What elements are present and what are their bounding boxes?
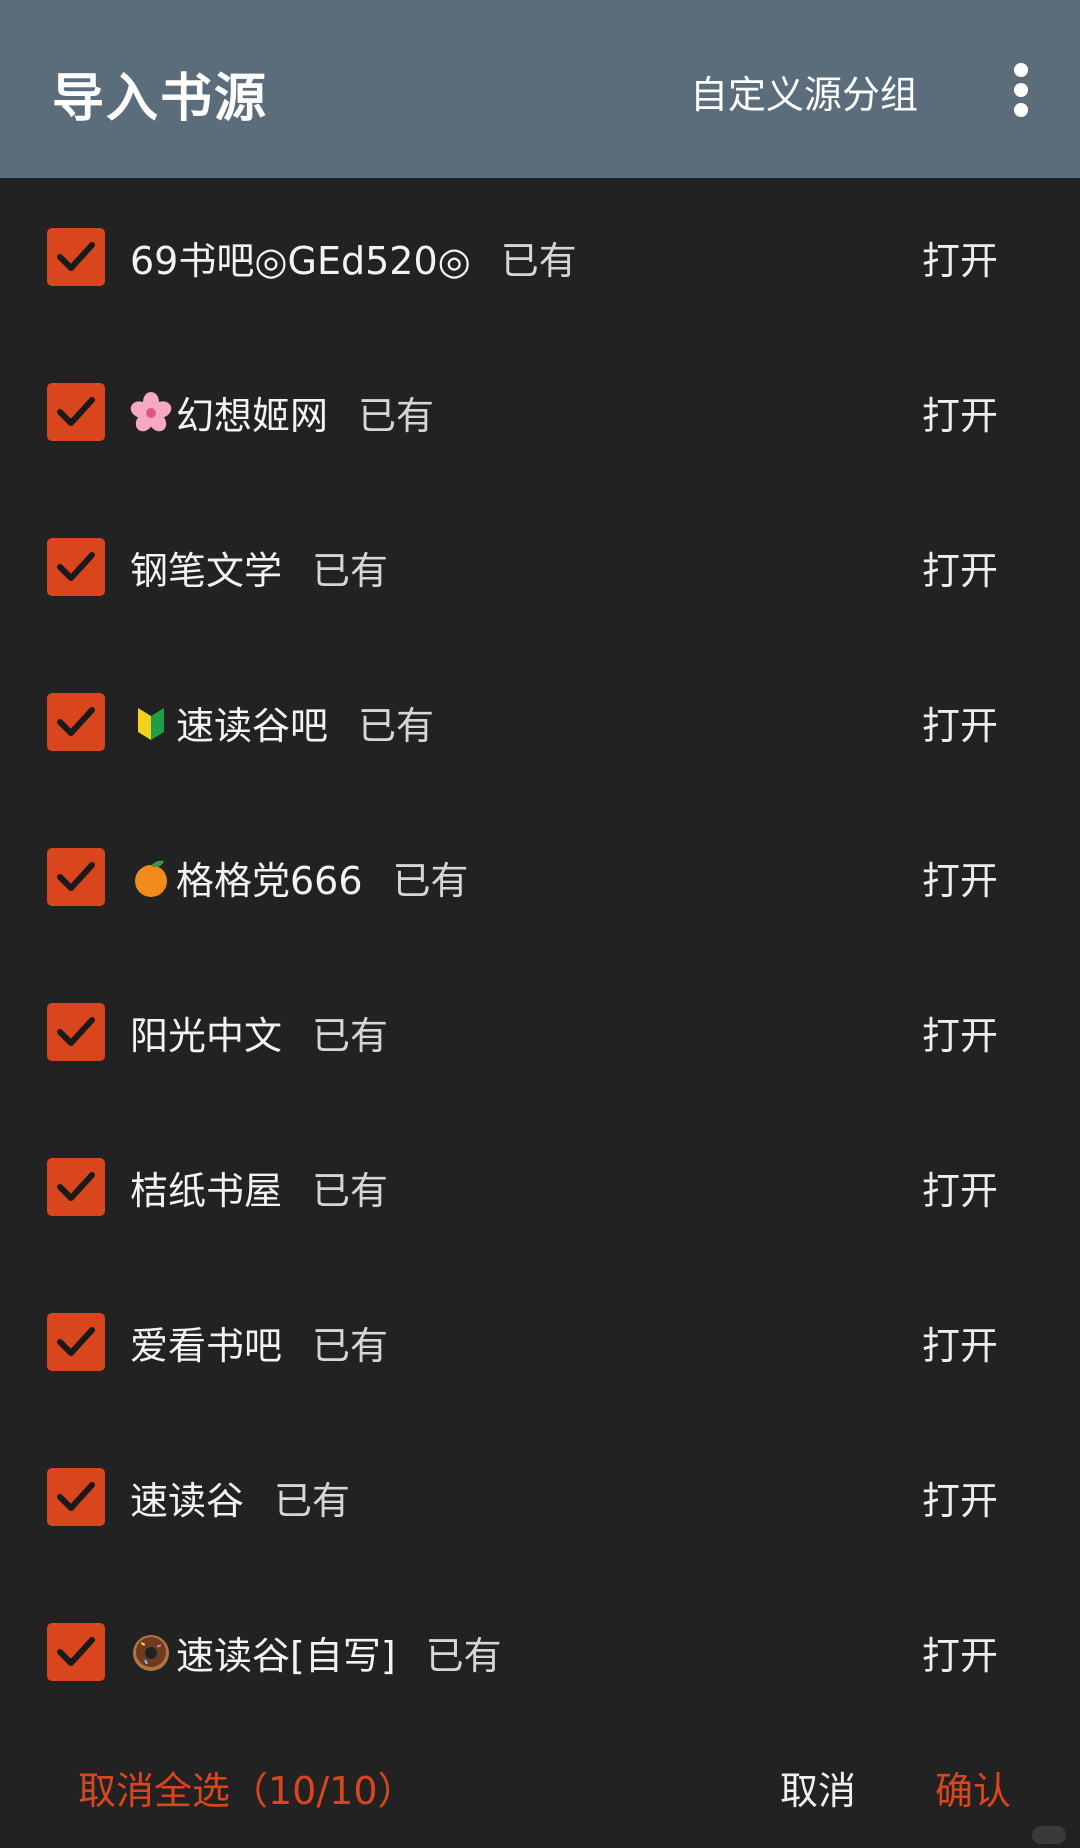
checkmark-icon [57, 397, 95, 426]
source-row[interactable]: 桔纸书屋 已有 打开 [0, 1108, 1080, 1263]
source-name: 69书吧◎GEd520◎ [130, 239, 471, 283]
source-status: 已有 [312, 1324, 389, 1368]
open-source-button[interactable]: 打开 [922, 230, 998, 285]
source-label: 爱看书吧 已有 [130, 1315, 388, 1370]
source-status: 已有 [312, 1169, 389, 1213]
open-source-button[interactable]: 打开 [922, 695, 998, 750]
source-label: 速读谷[自写] 已有 [130, 1625, 502, 1680]
source-row[interactable]: 69书吧◎GEd520◎ 已有 打开 [0, 178, 1080, 333]
checkmark-icon [57, 1482, 95, 1511]
source-label: 阳光中文 已有 [130, 1005, 388, 1060]
source-checkbox[interactable] [47, 848, 105, 906]
watermark [1032, 1826, 1066, 1844]
source-name: 爱看书吧 [130, 1324, 283, 1368]
source-status: 已有 [274, 1479, 351, 1523]
checkmark-icon [57, 1017, 95, 1046]
source-row[interactable]: 速读谷 已有 打开 [0, 1418, 1080, 1573]
source-checkbox[interactable] [47, 693, 105, 751]
source-status: 已有 [312, 549, 389, 593]
checkmark-icon [57, 1327, 95, 1356]
source-name: 速读谷吧 [176, 704, 329, 748]
checkmark-icon [57, 707, 95, 736]
source-label: 速读谷吧 已有 [130, 695, 434, 750]
source-name: 钢笔文学 [130, 549, 283, 593]
source-name: 阳光中文 [130, 1014, 283, 1058]
source-checkbox[interactable] [47, 1313, 105, 1371]
source-row[interactable]: 阳光中文 已有 打开 [0, 953, 1080, 1108]
source-row[interactable]: 钢笔文学 已有 打开 [0, 488, 1080, 643]
checkmark-icon [57, 242, 95, 271]
footer-action-bar: 取消全选（10/10） 取消 确认 [0, 1740, 1080, 1848]
more-vertical-icon [1014, 63, 1028, 117]
source-row[interactable]: 速读谷[自写] 已有 打开 [0, 1573, 1080, 1728]
checkmark-icon [57, 862, 95, 891]
source-label: 69书吧◎GEd520◎ 已有 [130, 230, 577, 285]
checkmark-icon [57, 552, 95, 581]
confirm-button[interactable]: 确认 [935, 1760, 1011, 1815]
source-row[interactable]: 格格党666 已有 打开 [0, 798, 1080, 953]
source-list: 69书吧◎GEd520◎ 已有 打开 幻想姬网 已有 打开 钢笔文学 已有 打开 速读谷吧 已有打… [0, 178, 1080, 1728]
open-source-button[interactable]: 打开 [922, 1160, 998, 1215]
source-status: 已有 [425, 1634, 502, 1678]
checkmark-icon [57, 1637, 95, 1666]
source-checkbox[interactable] [47, 228, 105, 286]
doughnut-icon [130, 1632, 172, 1674]
open-source-button[interactable]: 打开 [922, 540, 998, 595]
source-status: 已有 [500, 239, 577, 283]
source-label: 桔纸书屋 已有 [130, 1160, 388, 1215]
source-checkbox[interactable] [47, 1623, 105, 1681]
cherry-blossom-icon [130, 391, 172, 434]
toolbar: 导入书源 自定义源分组 [0, 0, 1080, 178]
tangerine-icon [130, 857, 172, 899]
open-source-button[interactable]: 打开 [922, 1470, 998, 1525]
source-label: 钢笔文学 已有 [130, 540, 388, 595]
source-name: 幻想姬网 [176, 394, 329, 438]
beginner-symbol-icon [130, 702, 172, 744]
open-source-button[interactable]: 打开 [922, 385, 998, 440]
more-menu-button[interactable] [970, 40, 1080, 140]
source-checkbox[interactable] [47, 1468, 105, 1526]
source-label: 格格党666 已有 [130, 850, 469, 905]
source-label: 速读谷 已有 [130, 1470, 350, 1525]
source-checkbox[interactable] [47, 1003, 105, 1061]
source-status: 已有 [358, 394, 435, 438]
source-status: 已有 [358, 704, 435, 748]
checkmark-icon [57, 1172, 95, 1201]
source-name: 速读谷 [130, 1479, 245, 1523]
source-name: 速读谷[自写] [176, 1634, 396, 1678]
source-status: 已有 [312, 1014, 389, 1058]
open-source-button[interactable]: 打开 [922, 1005, 998, 1060]
source-row[interactable]: 幻想姬网 已有 打开 [0, 333, 1080, 488]
source-name: 格格党666 [176, 859, 363, 903]
source-checkbox[interactable] [47, 538, 105, 596]
source-name: 桔纸书屋 [130, 1169, 283, 1213]
cancel-button[interactable]: 取消 [780, 1760, 856, 1815]
deselect-all-button[interactable]: 取消全选（10/10） [78, 1760, 416, 1815]
custom-source-group-button[interactable]: 自定义源分组 [690, 64, 918, 119]
source-row[interactable]: 速读谷吧 已有 打开 [0, 643, 1080, 798]
source-row[interactable]: 爱看书吧 已有 打开 [0, 1263, 1080, 1418]
source-status: 已有 [392, 859, 469, 903]
source-label: 幻想姬网 已有 [130, 385, 434, 440]
open-source-button[interactable]: 打开 [922, 1315, 998, 1370]
source-checkbox[interactable] [47, 383, 105, 441]
page-title: 导入书源 [52, 69, 269, 129]
source-checkbox[interactable] [47, 1158, 105, 1216]
open-source-button[interactable]: 打开 [922, 850, 998, 905]
open-source-button[interactable]: 打开 [922, 1625, 998, 1680]
